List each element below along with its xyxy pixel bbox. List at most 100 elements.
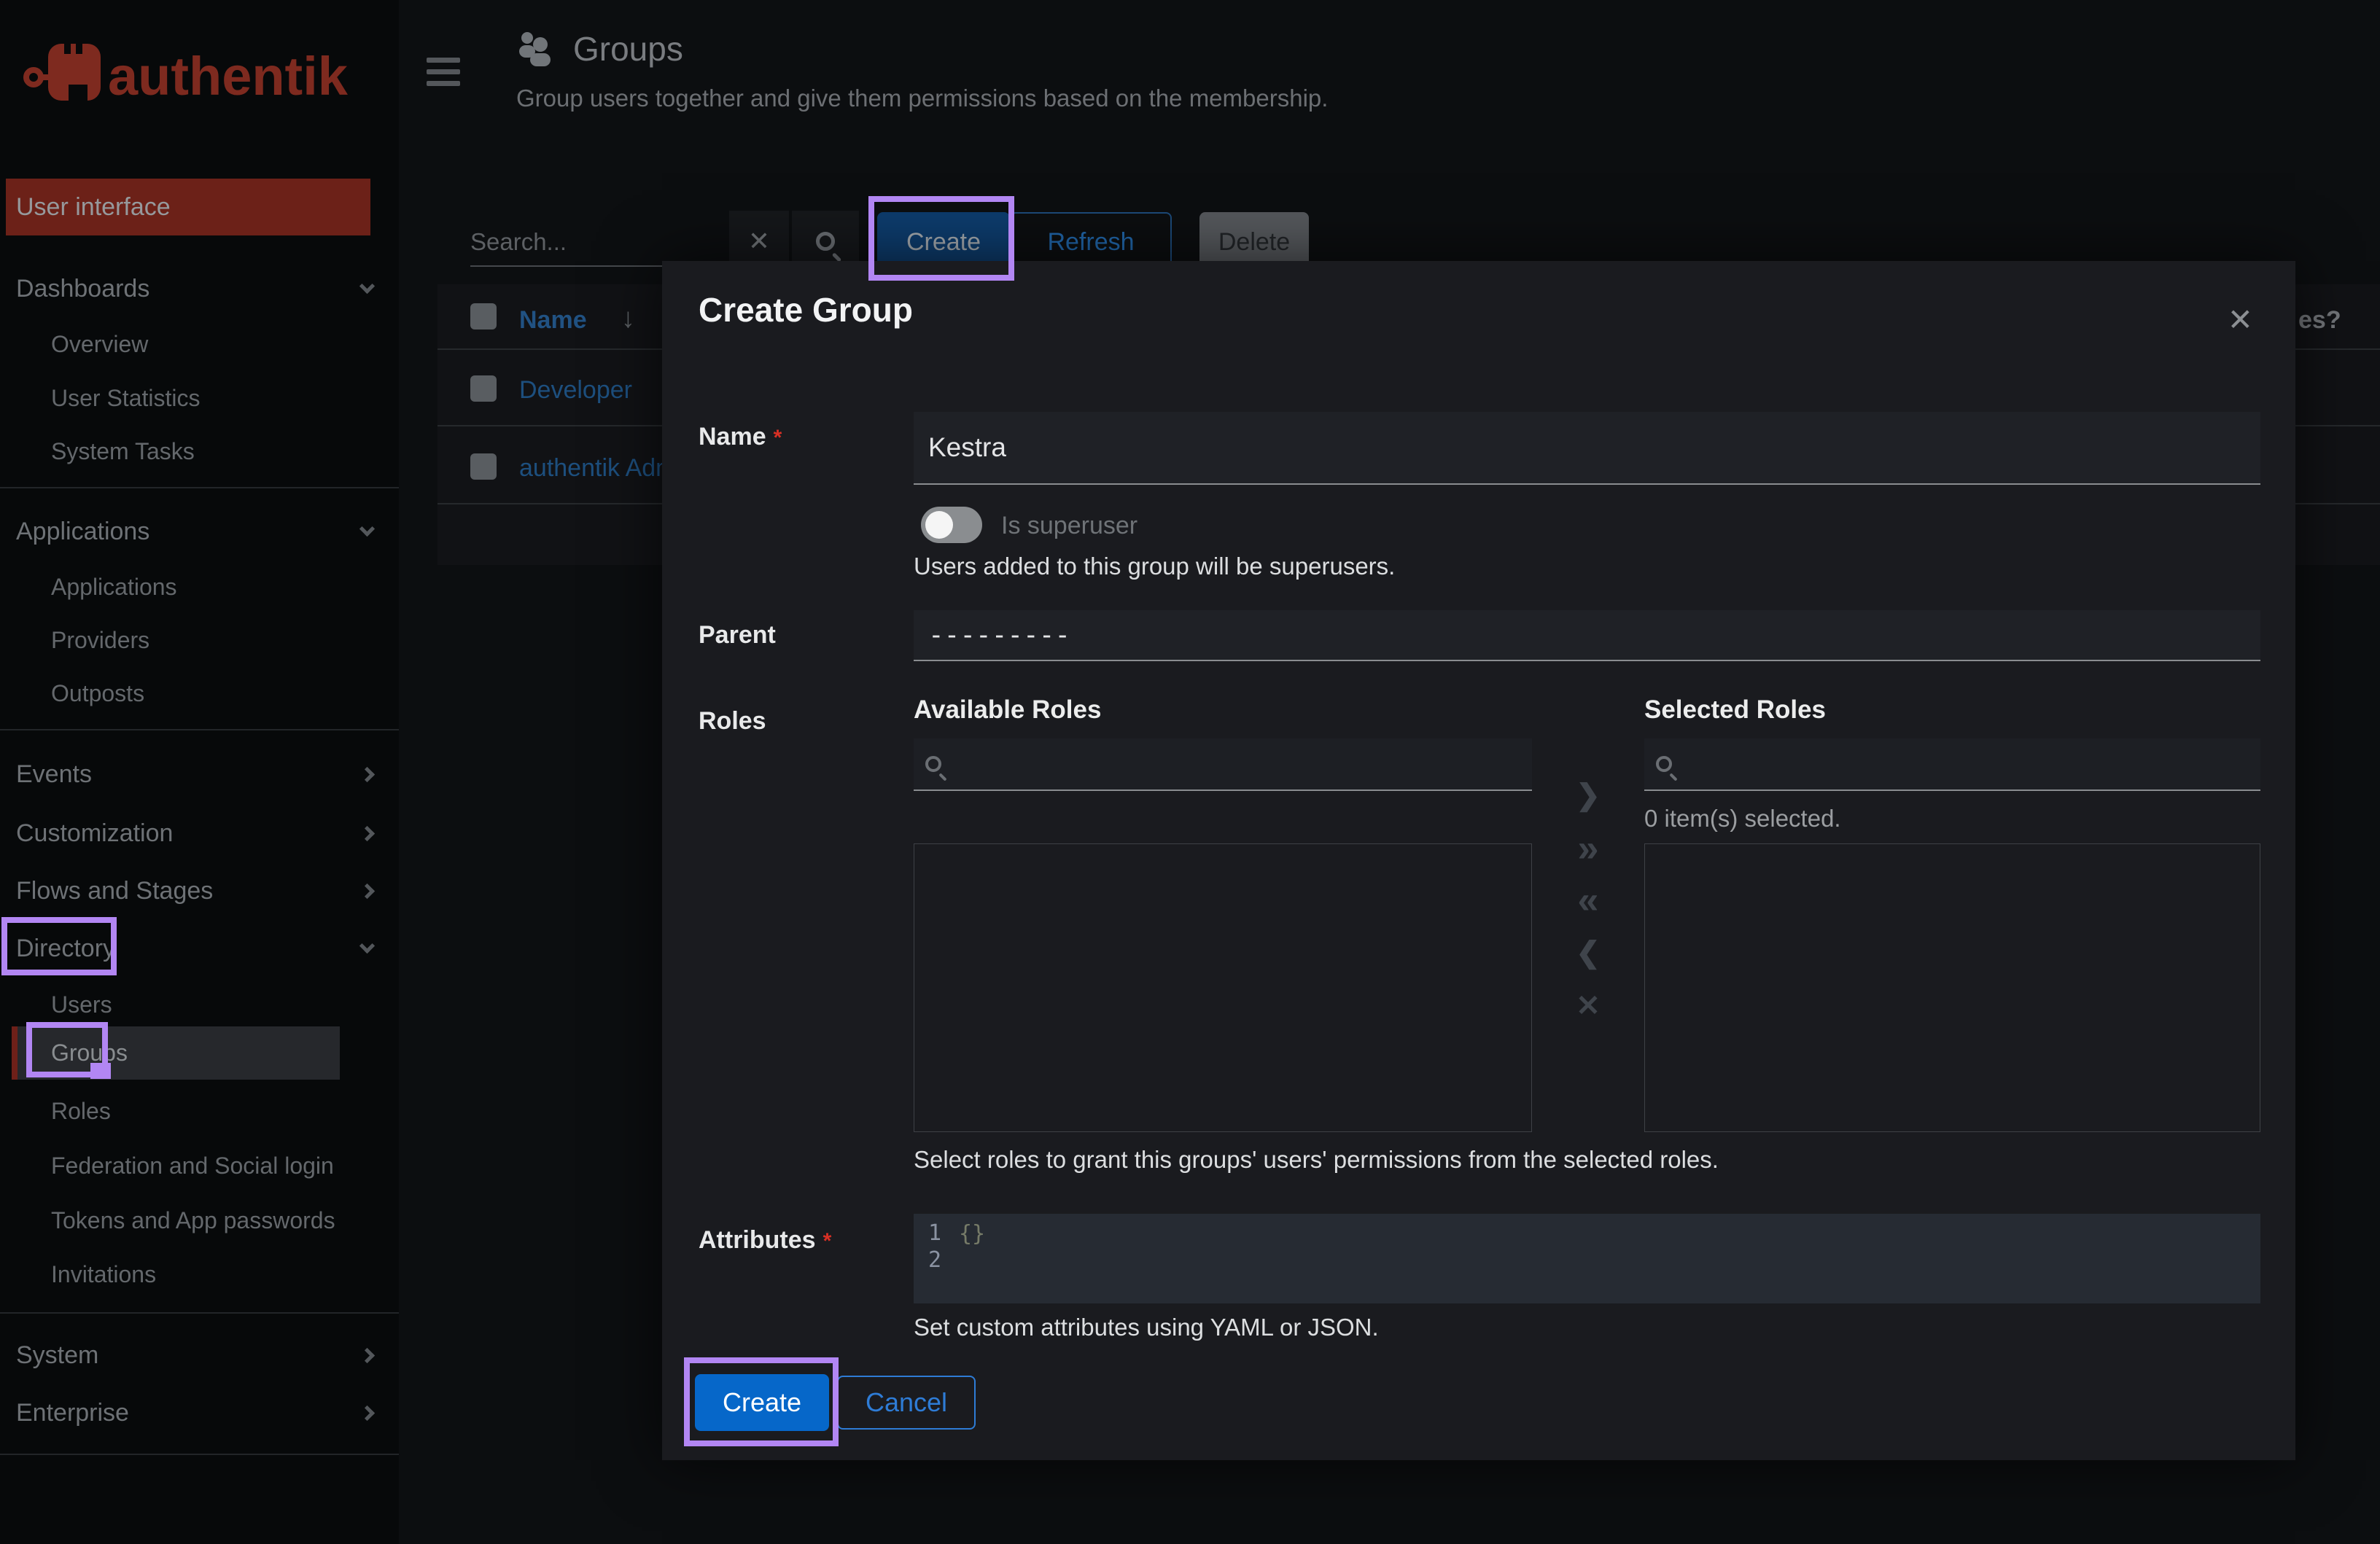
selected-roles-heading: Selected Roles	[1644, 695, 1826, 724]
sidebar-section-label: System	[16, 1341, 99, 1369]
page-subtitle: Group users together and give them permi…	[516, 85, 1329, 112]
transfer-remove-button[interactable]: ✕	[1563, 988, 1614, 1024]
table-header-clipped: es?	[2298, 306, 2341, 334]
sidebar-item-tokens-and-app-passwords[interactable]: Tokens and App passwords	[0, 1194, 399, 1247]
sidebar-divider	[0, 1454, 399, 1455]
transfer-right-button[interactable]: ❯	[1563, 777, 1614, 814]
transfer-all-left-button[interactable]: «	[1563, 879, 1614, 921]
chevron-right-icon	[359, 1405, 376, 1421]
sidebar-section-label: Enterprise	[16, 1398, 129, 1427]
is-superuser-toggle[interactable]	[921, 507, 982, 543]
group-link-developer[interactable]: Developer	[519, 376, 632, 405]
sidebar-item-outposts[interactable]: Outposts	[0, 667, 399, 720]
sidebar-item-overview[interactable]: Overview	[0, 318, 399, 371]
sidebar-section-label: Dashboards	[16, 274, 150, 303]
sidebar-section-applications[interactable]: Applications	[0, 504, 399, 559]
sidebar-section-flows-and-stages[interactable]: Flows and Stages	[0, 863, 399, 919]
sidebar-section-label: Applications	[16, 517, 150, 545]
authentik-admin-screen: authentik User interface Dashboards Over…	[0, 0, 2380, 1544]
modal-title: Create Group	[699, 291, 913, 329]
chevron-down-icon	[359, 520, 376, 537]
chevron-right-icon: ❯	[1576, 779, 1601, 811]
create-group-modal: Create Group ✕ Name* Is superuser Users …	[662, 261, 2295, 1460]
roles-help-text: Select roles to grant this groups' users…	[914, 1146, 1719, 1173]
sidebar-section-label: Directory	[16, 934, 116, 962]
modal-cancel-button[interactable]: Cancel	[837, 1376, 976, 1430]
search-icon	[816, 232, 835, 251]
editor-line-numbers: 1 2	[928, 1220, 941, 1273]
close-icon: ✕	[747, 226, 771, 256]
selected-count-text: 0 item(s) selected.	[1644, 805, 1841, 832]
close-icon: ✕	[2227, 303, 2253, 337]
available-roles-search-input[interactable]	[954, 750, 1380, 778]
sidebar-item-federation-and-social-login[interactable]: Federation and Social login	[0, 1139, 399, 1193]
superuser-help-text: Users added to this group will be superu…	[914, 553, 1396, 580]
close-icon: ✕	[1576, 990, 1601, 1022]
sidebar-item-users[interactable]: Users	[0, 978, 399, 1032]
sidebar-section-enterprise[interactable]: Enterprise	[0, 1385, 399, 1440]
sidebar-section-dashboards[interactable]: Dashboards	[0, 261, 399, 316]
sidebar-item-user-statistics[interactable]: User Statistics	[0, 372, 399, 425]
sidebar-user-interface-button[interactable]: User interface	[6, 179, 370, 235]
sidebar-section-events[interactable]: Events	[0, 746, 399, 802]
available-roles-search[interactable]	[914, 738, 1532, 791]
search-icon	[1656, 756, 1672, 772]
required-marker: *	[822, 1229, 832, 1253]
attributes-label: Attributes *	[699, 1226, 832, 1254]
is-superuser-label: Is superuser	[1001, 512, 1138, 539]
available-roles-listbox[interactable]	[914, 843, 1532, 1132]
search-icon	[925, 756, 941, 772]
table-header-name[interactable]: Name	[519, 306, 587, 335]
hamburger-menu-icon[interactable]	[427, 58, 460, 93]
select-all-checkbox[interactable]	[470, 303, 497, 330]
chevron-down-icon	[359, 937, 376, 954]
sidebar-section-customization[interactable]: Customization	[0, 806, 399, 861]
editor-placeholder: {}	[959, 1221, 986, 1247]
chevron-right-icon	[359, 1347, 376, 1363]
sidebar-item-providers[interactable]: Providers	[0, 614, 399, 667]
selected-roles-search-input[interactable]	[1685, 750, 2109, 778]
chevron-left-icon: ❮	[1576, 937, 1601, 969]
search-input[interactable]	[470, 219, 729, 267]
sidebar-item-groups[interactable]: Groups	[12, 1026, 340, 1080]
sort-descending-icon[interactable]: ↓	[621, 303, 635, 335]
sidebar-section-label: Flows and Stages	[16, 876, 214, 905]
authentik-logo-icon: authentik	[23, 44, 349, 106]
sidebar-section-label: Customization	[16, 819, 174, 847]
page-title: Groups	[573, 30, 683, 68]
row-checkbox[interactable]	[470, 453, 497, 480]
sidebar-item-roles[interactable]: Roles	[0, 1085, 399, 1138]
available-roles-heading: Available Roles	[914, 695, 1102, 724]
toggle-knob	[925, 511, 953, 539]
logo-wordmark: authentik	[108, 46, 349, 106]
sidebar-item-system-tasks[interactable]: System Tasks	[0, 425, 399, 478]
attributes-code-editor[interactable]: 1 2 {}	[914, 1214, 2260, 1303]
group-link-authentik-admins[interactable]: authentik Admi	[519, 454, 682, 483]
transfer-left-button[interactable]: ❮	[1563, 935, 1614, 971]
modal-create-button[interactable]: Create	[695, 1374, 829, 1431]
double-chevron-left-icon: «	[1577, 879, 1599, 921]
chevron-down-icon	[359, 278, 376, 294]
modal-close-button[interactable]: ✕	[2228, 302, 2253, 338]
sidebar-divider	[0, 487, 399, 488]
sidebar-item-invitations[interactable]: Invitations	[0, 1248, 399, 1301]
name-label: Name *	[699, 423, 782, 451]
selected-roles-search[interactable]	[1644, 738, 2260, 791]
groups-icon	[519, 32, 551, 66]
group-name-field[interactable]	[914, 412, 2260, 485]
parent-select[interactable]: ---------	[914, 610, 2260, 661]
sidebar-divider	[0, 1312, 399, 1314]
row-checkbox[interactable]	[470, 375, 497, 402]
sidebar-item-applications[interactable]: Applications	[0, 561, 399, 614]
sidebar-section-label: Events	[16, 760, 92, 788]
transfer-all-right-button[interactable]: »	[1563, 830, 1614, 867]
chevron-right-icon	[359, 883, 376, 899]
required-marker: *	[773, 426, 782, 450]
double-chevron-right-icon: »	[1577, 827, 1599, 870]
sidebar-section-system[interactable]: System	[0, 1327, 399, 1383]
parent-label: Parent	[699, 621, 776, 649]
sidebar-section-directory[interactable]: Directory	[0, 921, 399, 976]
selected-roles-listbox[interactable]	[1644, 843, 2260, 1132]
sidebar: authentik User interface Dashboards Over…	[0, 0, 399, 1544]
authentik-logo: authentik	[22, 35, 372, 119]
